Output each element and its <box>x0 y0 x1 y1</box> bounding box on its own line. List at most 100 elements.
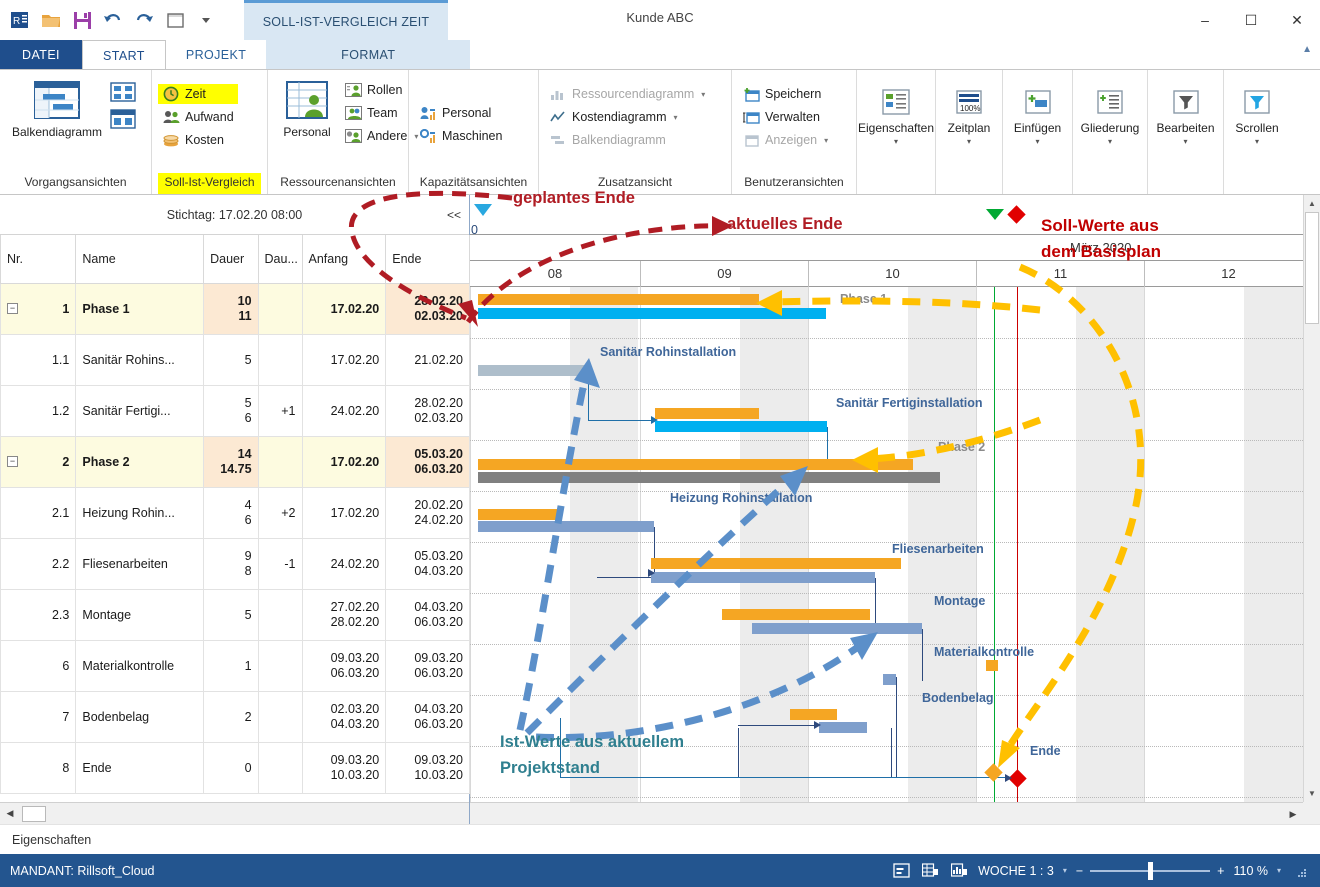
cell-ende[interactable]: 28.02.20 02.03.20 <box>385 282 470 335</box>
cell-ende[interactable]: 21.02.20 <box>385 333 470 386</box>
zoom-in-button[interactable]: + <box>1217 864 1224 878</box>
cell-dauer-diff[interactable] <box>257 435 303 488</box>
cell-dauer[interactable]: 10 11 <box>203 282 259 335</box>
button-zeitplan[interactable]: 100% Zeitplan ▾ <box>942 86 996 148</box>
cell-anfang[interactable]: 09.03.20 10.03.20 <box>301 741 387 794</box>
cell-dauer-diff[interactable] <box>257 333 303 386</box>
cell-name[interactable]: Fliesenarbeiten <box>75 537 205 590</box>
cell-anfang[interactable]: 17.02.20 <box>301 435 387 488</box>
cell-nr[interactable]: 6 <box>0 639 77 692</box>
cell-name[interactable]: Sanitär Fertigi... <box>75 384 205 437</box>
cell-dauer[interactable]: 1 <box>203 639 259 692</box>
column-header-dauer-diff[interactable]: Dau... <box>257 235 303 284</box>
vorgangsansichten-extra-icons[interactable] <box>108 78 140 132</box>
cell-nr[interactable]: 2.1 <box>0 486 77 539</box>
cell-anfang[interactable]: 17.02.20 <box>301 282 387 335</box>
cell-name[interactable]: Ende <box>75 741 205 794</box>
bar-plan-sanitaer-fertiginstallation[interactable] <box>655 408 759 419</box>
button-balkendiagramm[interactable]: Balkendiagramm <box>6 78 108 142</box>
row-expander-icon[interactable]: − <box>7 456 18 467</box>
button-kosten[interactable]: Kosten <box>158 130 238 150</box>
cell-dauer-diff[interactable]: +2 <box>257 486 303 539</box>
window-controls[interactable]: – ☐ ✕ <box>1182 0 1320 40</box>
cell-dauer-diff[interactable] <box>257 741 303 794</box>
bar-actual-sanitaer-fertiginstallation[interactable] <box>655 421 827 432</box>
chevron-down-icon[interactable]: ▾ <box>674 113 678 122</box>
button-speichern-ansicht[interactable]: Speichern <box>738 84 832 104</box>
resize-grip-icon[interactable] <box>1290 862 1310 880</box>
cell-ende[interactable]: 09.03.20 06.03.20 <box>385 639 470 692</box>
chevron-down-icon[interactable]: ▾ <box>894 137 898 146</box>
bar-actual-phase-2[interactable] <box>478 472 940 483</box>
button-verwalten[interactable]: Verwalten <box>738 107 832 127</box>
bar-plan-heizung-rohinstallation[interactable] <box>478 509 558 520</box>
chevron-down-icon[interactable]: ▾ <box>1255 137 1259 146</box>
tab-datei[interactable]: DATEI <box>0 40 82 70</box>
table-row[interactable]: 2.2 Fliesenarbeiten 9 8 -1 24.02.20 05.03.20 04… <box>0 537 470 590</box>
chevron-down-icon[interactable]: ▾ <box>824 136 828 145</box>
minimize-button[interactable]: – <box>1182 0 1228 40</box>
cell-anfang[interactable]: 09.03.20 06.03.20 <box>301 639 387 692</box>
cell-dauer-diff[interactable] <box>257 690 303 743</box>
scroll-left-icon[interactable]: ◀ <box>0 804 20 824</box>
cell-anfang[interactable]: 24.02.20 <box>301 537 387 590</box>
button-ressourcendiagramm[interactable]: Ressourcendiagramm ▾ <box>545 84 709 104</box>
chevron-down-icon[interactable]: ▾ <box>1035 137 1039 146</box>
button-personal-big[interactable]: Personal <box>274 78 340 142</box>
cell-ende[interactable]: 05.03.20 06.03.20 <box>385 435 470 488</box>
button-kapazitaet-personal[interactable]: Personal <box>415 103 506 123</box>
gantt-horizontal-scrollbar[interactable]: ▶ <box>470 802 1303 824</box>
cell-name[interactable]: Phase 1 <box>75 282 205 335</box>
chevron-down-icon[interactable]: ▾ <box>1277 866 1281 875</box>
button-kostendiagramm[interactable]: Kostendiagramm ▾ <box>545 107 709 127</box>
button-zeit[interactable]: Zeit <box>158 84 238 104</box>
cell-anfang[interactable]: 17.02.20 <box>301 486 387 539</box>
bar-plan-materialkontrolle[interactable] <box>986 660 998 671</box>
table-row[interactable]: 2.3 Montage 5 27.02.20 28.02.20 04.03.20 06.03… <box>0 588 470 641</box>
button-aufwand[interactable]: Aufwand <box>158 107 238 127</box>
cell-dauer-diff[interactable] <box>257 588 303 641</box>
gantt-vscroll-thumb[interactable] <box>1305 212 1319 324</box>
scroll-down-icon[interactable]: ▼ <box>1304 785 1320 802</box>
cell-dauer[interactable]: 56 <box>203 384 259 437</box>
maximize-button[interactable]: ☐ <box>1228 0 1274 40</box>
close-button[interactable]: ✕ <box>1274 0 1320 40</box>
cell-ende[interactable]: 09.03.20 10.03.20 <box>385 741 470 794</box>
chart-view-icon[interactable] <box>949 862 969 880</box>
cell-dauer-diff[interactable]: -1 <box>257 537 303 590</box>
cell-name[interactable]: Bodenbelag <box>75 690 205 743</box>
network-diagram-icon[interactable] <box>110 82 136 105</box>
cell-anfang[interactable]: 24.02.20 <box>301 384 387 437</box>
button-anzeigen[interactable]: Anzeigen ▾ <box>738 130 832 150</box>
column-header-ende[interactable]: Ende <box>385 235 470 284</box>
bar-actual-bodenbelag[interactable] <box>819 722 867 733</box>
cell-dauer-diff[interactable] <box>257 282 303 335</box>
chevron-up-icon[interactable]: ▲ <box>1302 44 1312 55</box>
zoom-thumb[interactable] <box>1148 861 1154 880</box>
properties-bar-label[interactable]: Eigenschaften <box>12 833 91 847</box>
table-hscroll-thumb[interactable] <box>22 805 46 822</box>
cell-dauer[interactable]: 2 <box>203 690 259 743</box>
column-header-name[interactable]: Name <box>75 235 205 284</box>
cell-dauer-diff[interactable]: +1 <box>257 384 303 437</box>
cell-ende[interactable]: 20.02.20 24.02.20 <box>385 486 470 539</box>
bar-actual-materialkontrolle[interactable] <box>883 674 896 685</box>
button-einfuegen[interactable]: Einfügen ▾ <box>1009 86 1066 148</box>
cell-name[interactable]: Phase 2 <box>75 435 205 488</box>
button-maschinen[interactable]: Maschinen <box>415 126 506 146</box>
cell-dauer[interactable]: 5 <box>203 333 259 386</box>
bar-plan-bodenbelag[interactable] <box>790 709 837 720</box>
ribbon-tab-strip[interactable]: DATEI START PROJEKT FORMAT ▲ <box>0 40 1320 70</box>
cell-nr[interactable]: 2.3 <box>0 588 77 641</box>
scroll-up-icon[interactable]: ▲ <box>1304 195 1320 212</box>
table-row[interactable]: 8 Ende 0 09.03.20 10.03.20 09.03.20 10.03.20 <box>0 741 470 794</box>
cell-nr[interactable]: 7 <box>0 690 77 743</box>
chevron-down-icon[interactable]: ▾ <box>1183 137 1187 146</box>
cell-dauer[interactable]: 14 14.75 <box>203 435 259 488</box>
cell-nr[interactable]: 8 <box>0 741 77 794</box>
tab-start[interactable]: START <box>82 40 166 70</box>
button-bearbeiten[interactable]: Bearbeiten ▾ <box>1154 86 1217 148</box>
cell-anfang[interactable]: 17.02.20 <box>301 333 387 386</box>
cell-nr[interactable]: 1.1 <box>0 333 77 386</box>
chevron-down-icon[interactable]: ▾ <box>1108 137 1112 146</box>
